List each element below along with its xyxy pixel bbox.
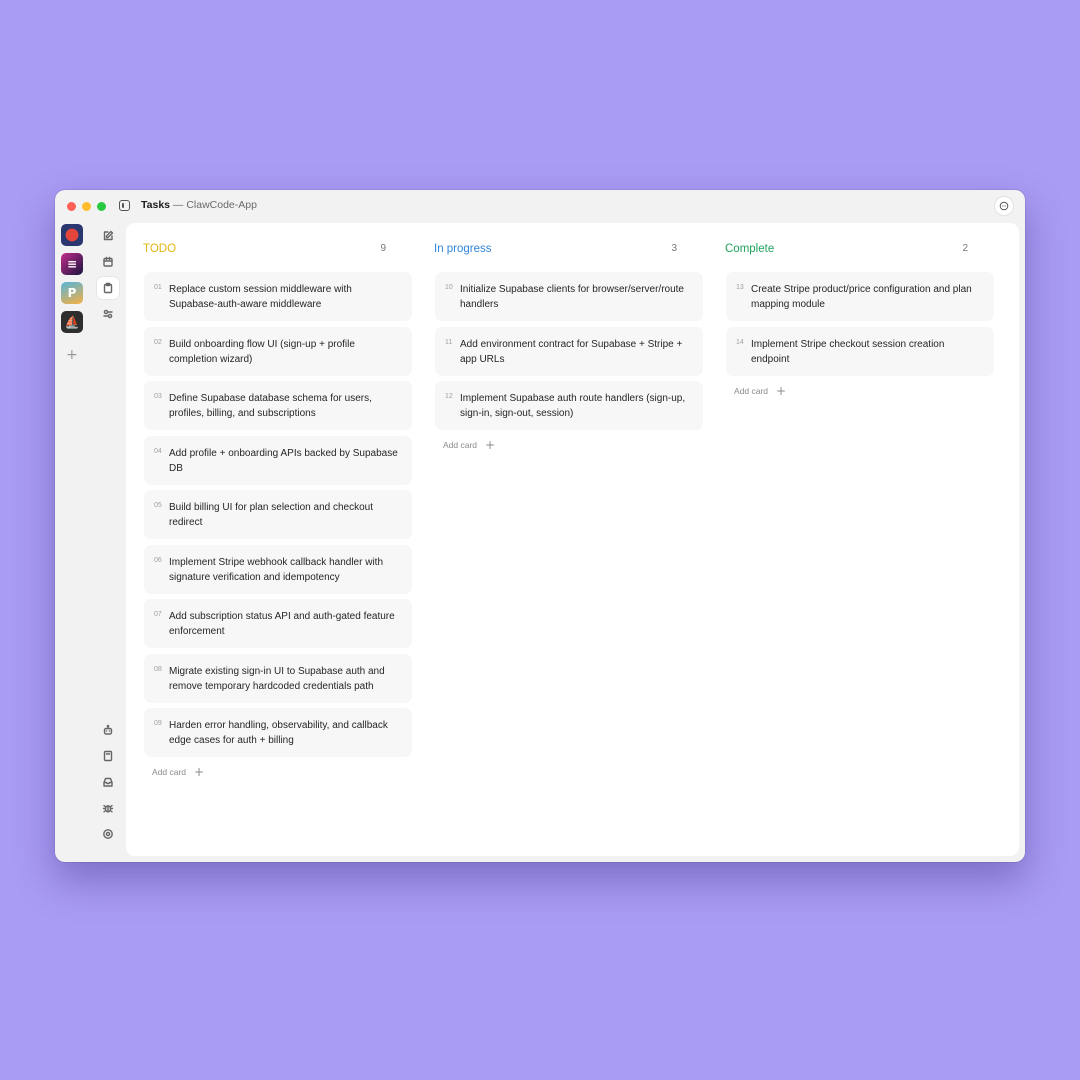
calendar-icon[interactable]: [97, 251, 119, 273]
task-card[interactable]: 09 Harden error handling, observability, …: [144, 708, 412, 757]
column-header: Complete 2: [725, 243, 968, 257]
parking-app-icon[interactable]: P: [61, 282, 83, 304]
card-title: Add subscription status API and auth-gat…: [169, 611, 395, 637]
card-number: 05: [154, 502, 162, 509]
kanban-board: TODO 9 01 Replace custom session middlewa…: [126, 223, 1019, 856]
document-app-icon[interactable]: ≡: [61, 253, 83, 275]
window-title-strong: Tasks: [141, 199, 170, 211]
task-card[interactable]: 14 Implement Stripe checkout session crea…: [726, 326, 994, 376]
chat-button[interactable]: [994, 196, 1014, 216]
notes-icon[interactable]: [97, 745, 119, 767]
card-number: 01: [154, 284, 162, 291]
card-title: Implement Stripe checkout session creati…: [751, 338, 945, 365]
card-number: 02: [154, 338, 162, 346]
column-count: 2: [962, 243, 968, 254]
card-title: Harden error handling, observability, an…: [169, 720, 388, 746]
column-header: TODO 9: [143, 243, 386, 257]
task-card[interactable]: 03 Define Supabase database schema for us…: [144, 381, 412, 430]
task-card[interactable]: 06 Implement Stripe webhook callback hand…: [144, 544, 412, 594]
crab-app-icon[interactable]: [61, 224, 83, 246]
add-card-label: Add card: [152, 767, 187, 777]
column-title: In progress: [434, 243, 492, 255]
card-number: 14: [736, 338, 744, 346]
card-number: 11: [445, 338, 453, 346]
task-card[interactable]: 08 Migrate existing sign-in UI to Supabas…: [144, 653, 412, 703]
card-number: 13: [736, 284, 744, 291]
task-card[interactable]: 11 Add environment contract for Supabase …: [435, 326, 703, 376]
column-title: TODO: [143, 243, 177, 255]
add-card-button[interactable]: Add card +: [144, 763, 412, 781]
boat-app-icon[interactable]: ⛵: [61, 311, 83, 333]
card-number: 08: [154, 665, 162, 673]
card-number: 04: [154, 447, 162, 455]
sidebar-toggle-icon[interactable]: [119, 200, 130, 211]
task-card[interactable]: 12 Implement Supabase auth route handlers…: [435, 381, 703, 430]
column-title: Complete: [725, 243, 775, 255]
add-card-label: Add card: [443, 440, 478, 450]
column-header: In progress 3: [434, 243, 677, 257]
add-card-button[interactable]: Add card +: [435, 436, 703, 454]
plus-icon: +: [194, 765, 205, 779]
app-window: Tasks — ClawCode-App ≡ P ⛵ + TODO 9 01 R…: [55, 190, 1025, 862]
settings-icon[interactable]: [97, 823, 119, 845]
skills-icon[interactable]: [97, 303, 119, 325]
card-number: 10: [445, 284, 453, 291]
card-list: 01 Replace custom session middleware with…: [144, 272, 412, 781]
task-card[interactable]: 13 Create Stripe product/price configurat…: [726, 272, 994, 321]
card-list: 13 Create Stripe product/price configurat…: [726, 272, 994, 400]
app-rail: ≡ P ⛵ +: [55, 222, 89, 862]
plus-icon: +: [485, 438, 496, 452]
add-card-label: Add card: [734, 385, 769, 396]
chat-bubble-icon: [999, 201, 1009, 211]
task-card[interactable]: 02 Build onboarding flow UI (sign-up + pr…: [144, 326, 412, 376]
task-card[interactable]: 07 Add subscription status API and auth-g…: [144, 599, 412, 648]
bug-icon[interactable]: [97, 797, 119, 819]
card-number: 06: [154, 556, 162, 564]
card-title: Implement Stripe webhook callback handle…: [169, 556, 383, 583]
task-card[interactable]: 04 Add profile + onboarding APIs backed b…: [144, 435, 412, 485]
title-bar: Tasks — ClawCode-App: [55, 190, 1025, 222]
card-number: 07: [154, 611, 162, 618]
task-card[interactable]: 10 Initialize Supabase clients for browse…: [435, 272, 703, 321]
close-window-button[interactable]: [67, 202, 76, 211]
column-count: 9: [380, 243, 386, 254]
robot-icon[interactable]: [97, 719, 119, 741]
card-title: Build billing UI for plan selection and …: [169, 502, 374, 528]
card-list: 10 Initialize Supabase clients for browse…: [435, 272, 703, 454]
compose-icon[interactable]: [97, 225, 119, 247]
card-title: Migrate existing sign-in UI to Supabase …: [169, 665, 385, 692]
card-title: Define Supabase database schema for user…: [169, 393, 372, 419]
inbox-icon[interactable]: [97, 771, 119, 793]
window-title: Tasks — ClawCode-App: [141, 199, 257, 211]
card-number: 12: [445, 393, 453, 400]
column-count: 3: [671, 243, 677, 254]
card-title: Implement Supabase auth route handlers (…: [460, 393, 686, 419]
zoom-window-button[interactable]: [97, 202, 106, 211]
add-app-icon[interactable]: +: [66, 347, 78, 363]
task-card[interactable]: 01 Replace custom session middleware with…: [144, 272, 412, 321]
task-card[interactable]: 05 Build billing UI for plan selection an…: [144, 490, 412, 539]
card-number: 09: [154, 720, 162, 727]
add-card-button[interactable]: Add card +: [726, 382, 994, 400]
card-title: Create Stripe product/price configuratio…: [751, 284, 972, 310]
card-title: Replace custom session middleware with S…: [169, 284, 352, 310]
window-title-rest: — ClawCode-App: [170, 199, 257, 211]
plus-icon: +: [776, 383, 787, 398]
tasks-icon[interactable]: [97, 277, 119, 299]
card-number: 03: [154, 393, 162, 400]
tool-sidebar: [93, 222, 123, 862]
minimize-window-button[interactable]: [82, 202, 91, 211]
card-title: Initialize Supabase clients for browser/…: [460, 284, 684, 310]
card-title: Build onboarding flow UI (sign-up + prof…: [169, 338, 355, 365]
card-title: Add profile + onboarding APIs backed by …: [169, 447, 398, 474]
card-title: Add environment contract for Supabase + …: [460, 338, 683, 365]
